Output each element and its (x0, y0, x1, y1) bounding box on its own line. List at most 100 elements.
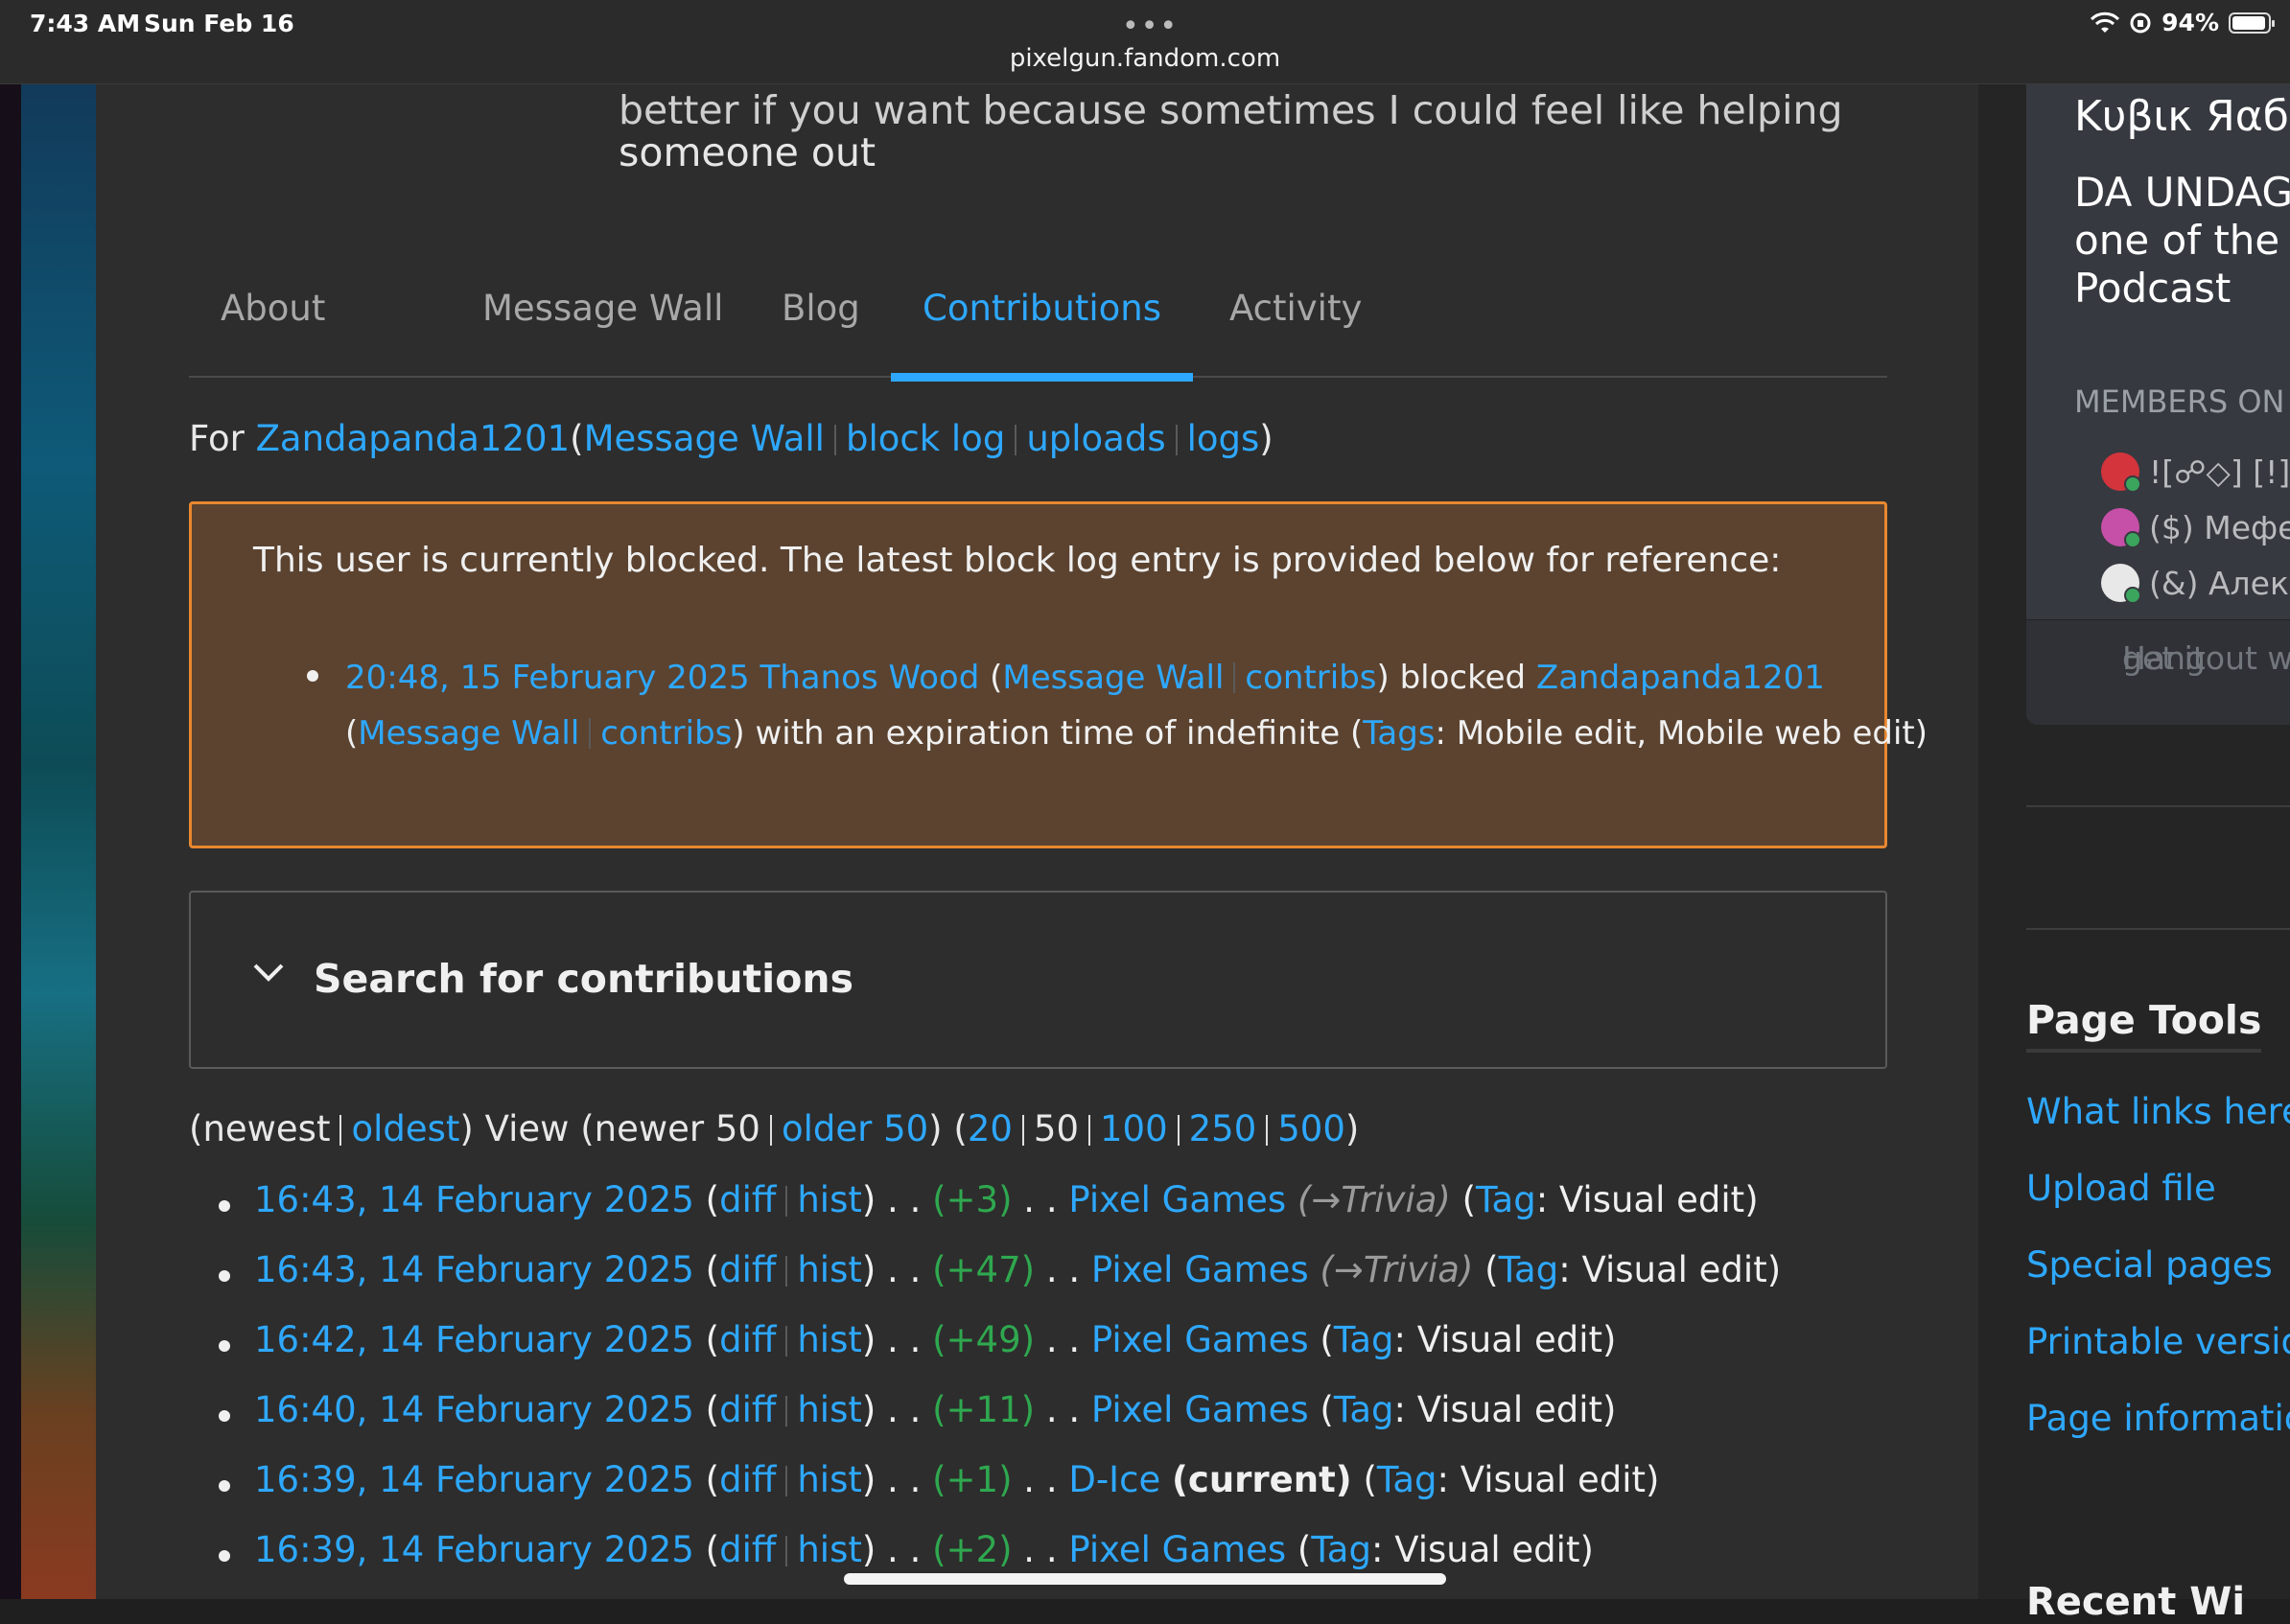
hist-link[interactable]: hist (797, 1529, 862, 1570)
battery-percent: 94% (2161, 9, 2219, 36)
page-link[interactable]: Pixel Games (1091, 1389, 1309, 1430)
tag-link[interactable]: Tag (1311, 1529, 1371, 1570)
block-log-link[interactable]: block log (846, 418, 1005, 459)
hist-link[interactable]: hist (797, 1179, 862, 1220)
diff-link[interactable]: diff (719, 1459, 776, 1500)
divider (2026, 805, 2290, 807)
older-50-link[interactable]: older 50 (782, 1108, 928, 1149)
block-timestamp-link[interactable]: 20:48, 15 February 2025 (345, 659, 750, 697)
page-tools-title: Page Tools (2026, 997, 2262, 1053)
limit-500-link[interactable]: 500 (1277, 1108, 1345, 1149)
home-indicator[interactable] (844, 1573, 1446, 1585)
tab-message-wall[interactable]: Message Wall (482, 288, 723, 376)
contribution-row: 16:40, 14 February 2025 (diff hist) . . (… (218, 1389, 1781, 1459)
diff-link[interactable]: diff (719, 1389, 776, 1430)
tag-value: Visual edit (1416, 1319, 1602, 1360)
blocked-user-wall-link[interactable]: Message Wall (358, 714, 579, 753)
user-link[interactable]: Zandapanda1201 (256, 418, 571, 459)
divider (2026, 928, 2290, 930)
contribution-timestamp-link[interactable]: 16:40, 14 February 2025 (254, 1389, 694, 1430)
contribution-timestamp-link[interactable]: 16:39, 14 February 2025 (254, 1459, 694, 1500)
section-link[interactable]: (→Trivia) (1320, 1249, 1473, 1290)
tab-about[interactable]: About (221, 288, 325, 376)
limit-100-link[interactable]: 100 (1100, 1108, 1168, 1149)
admin-contribs-link[interactable]: contribs (1245, 659, 1376, 697)
admin-wall-link[interactable]: Message Wall (1002, 659, 1224, 697)
limit-250-link[interactable]: 250 (1189, 1108, 1257, 1149)
upload-file-link[interactable]: Upload file (2026, 1168, 2216, 1209)
bio-clipped-line: better if you want because sometimes I c… (619, 87, 1843, 133)
logs-link[interactable]: logs (1187, 418, 1260, 459)
limit-20-link[interactable]: 20 (968, 1108, 1013, 1149)
contribution-timestamp-link[interactable]: 16:43, 14 February 2025 (254, 1179, 694, 1220)
pagination: (newest oldest) View (newer 50 older 50) (… (189, 1108, 1360, 1149)
page-link[interactable]: Pixel Games (1091, 1319, 1309, 1360)
tag-link[interactable]: Tag (1499, 1249, 1559, 1290)
page-information-link[interactable]: Page information (2026, 1398, 2290, 1439)
right-sidebar: Κυβικ Яαбι DA UNDAG one of the Podcast M… (1978, 84, 2290, 1624)
status-time: 7:43 AM (30, 10, 141, 37)
size-change: (+11) (932, 1389, 1036, 1430)
page-link[interactable]: Pixel Games (1068, 1179, 1286, 1220)
contribution-timestamp-link[interactable]: 16:42, 14 February 2025 (254, 1319, 694, 1360)
hist-link[interactable]: hist (797, 1459, 862, 1500)
profile-tabs: About Message Wall Blog Contributions Ac… (189, 280, 1887, 382)
tag-value: Visual edit (1558, 1179, 1745, 1220)
oldest-link[interactable]: oldest (351, 1108, 459, 1149)
section-link[interactable]: (→Trivia) (1297, 1179, 1451, 1220)
wifi-icon (2091, 12, 2120, 33)
discord-member[interactable]: ![☍◇] [!] r (2101, 452, 2290, 493)
tab-activity[interactable]: Activity (1229, 288, 1362, 376)
discord-hangout-footer[interactable]: Hangout withget it (2026, 619, 2290, 725)
multitask-dots-icon[interactable]: ••• (1122, 10, 1179, 43)
size-change: (+2) (932, 1529, 1013, 1570)
search-contributions-panel[interactable]: Search for contributions (189, 891, 1887, 1069)
contribution-timestamp-link[interactable]: 16:39, 14 February 2025 (254, 1529, 694, 1570)
block-notice-message: This user is currently blocked. The late… (253, 541, 1782, 580)
address-bar[interactable]: pixelgun.fandom.com (0, 44, 2290, 73)
discord-member[interactable]: ($) Мефе (2101, 508, 2290, 548)
contribution-timestamp-link[interactable]: 16:43, 14 February 2025 (254, 1249, 694, 1290)
size-change: (+47) (932, 1249, 1036, 1290)
recent-wiki-activity-heading: Recent Wi (2026, 1580, 2246, 1624)
blocked-user-contribs-link[interactable]: contribs (600, 714, 732, 753)
what-links-here-link[interactable]: What links here (2026, 1091, 2290, 1132)
tag-link[interactable]: Tag (1334, 1319, 1394, 1360)
tags-link[interactable]: Tags (1363, 714, 1435, 753)
background-artwork (0, 84, 96, 1599)
admin-link[interactable]: Thanos Wood (759, 659, 979, 697)
status-right: 94% (2091, 9, 2275, 36)
contribution-row: 16:43, 14 February 2025 (diff hist) . . (… (218, 1179, 1781, 1249)
hist-link[interactable]: hist (797, 1389, 862, 1430)
tag-link[interactable]: Tag (1334, 1389, 1394, 1430)
diff-link[interactable]: diff (719, 1319, 776, 1360)
tag-link[interactable]: Tag (1377, 1459, 1437, 1500)
printable-version-link[interactable]: Printable version (2026, 1321, 2290, 1362)
discord-member[interactable]: (&) Алекс (2101, 564, 2290, 604)
diff-link[interactable]: diff (719, 1529, 776, 1570)
chevron-down-icon[interactable] (252, 956, 285, 988)
tab-blog[interactable]: Blog (782, 288, 860, 376)
tag-link[interactable]: Tag (1476, 1179, 1536, 1220)
hist-link[interactable]: hist (797, 1249, 862, 1290)
blocked-user-link[interactable]: Zandapanda1201 (1536, 659, 1825, 697)
tab-contributions[interactable]: Contributions (890, 288, 1194, 382)
for-user-line: For Zandapanda1201(Message Wall block log… (189, 418, 1274, 459)
page-link[interactable]: D-Ice (1068, 1459, 1160, 1500)
message-wall-link[interactable]: Message Wall (584, 418, 825, 459)
page-link[interactable]: Pixel Games (1068, 1529, 1286, 1570)
diff-link[interactable]: diff (719, 1249, 776, 1290)
discord-description: DA UNDAG one of the Podcast (2074, 169, 2290, 312)
diff-link[interactable]: diff (719, 1179, 776, 1220)
special-pages-link[interactable]: Special pages (2026, 1244, 2273, 1286)
discord-widget[interactable]: Κυβικ Яαбι DA UNDAG one of the Podcast M… (2026, 84, 2290, 725)
status-date: Sun Feb 16 (144, 10, 294, 37)
size-change: (+3) (932, 1179, 1013, 1220)
avatar (2101, 564, 2141, 604)
search-contributions-label[interactable]: Search for contributions (314, 956, 853, 1002)
page-link[interactable]: Pixel Games (1091, 1249, 1309, 1290)
main-content: better if you want because sometimes I c… (96, 84, 1978, 1599)
avatar (2101, 452, 2141, 493)
hist-link[interactable]: hist (797, 1319, 862, 1360)
uploads-link[interactable]: uploads (1026, 418, 1165, 459)
